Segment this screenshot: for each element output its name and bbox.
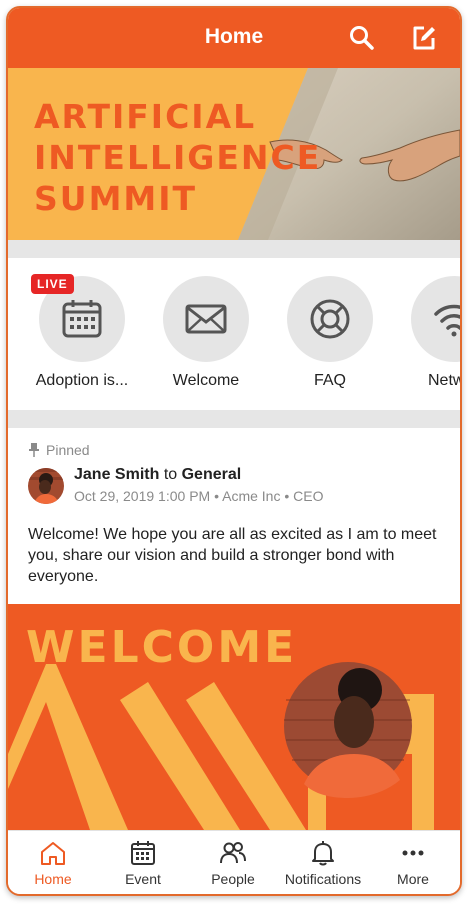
post-connector: to <box>163 466 178 483</box>
pinned-post[interactable]: Pinned Jane Smith to General Oct 29, 201… <box>8 428 460 604</box>
post-channel[interactable]: General <box>182 466 242 483</box>
quick-link-label: Netw <box>428 372 460 389</box>
post-body: Welcome! We hope you are all as excited … <box>28 526 437 585</box>
welcome-image[interactable]: WELCOME <box>8 604 460 830</box>
nav-more[interactable]: More <box>368 839 458 887</box>
bell-icon <box>312 841 334 866</box>
quick-link-label: Adoption is... <box>35 372 129 389</box>
nav-notifications[interactable]: Notifications <box>278 839 368 887</box>
compose-icon[interactable] <box>410 24 438 52</box>
nav-label: Event <box>125 871 161 887</box>
wifi-icon <box>434 304 460 337</box>
more-icon <box>402 850 424 856</box>
banner-title-line-1: ARTIFICIAL <box>34 97 257 136</box>
calendar-icon <box>62 300 102 338</box>
quick-link-network[interactable]: Netw <box>394 276 460 390</box>
banner-title-line-3: SUMMIT <box>34 179 198 218</box>
post-author[interactable]: Jane Smith <box>74 466 159 483</box>
search-icon[interactable] <box>348 24 376 52</box>
quick-link-adoption[interactable]: LIVE Adoption is... <box>22 274 142 390</box>
pinned-indicator: Pinned <box>28 442 90 458</box>
event-banner[interactable]: ARTIFICIAL INTELLIGENCE SUMMIT <box>8 68 460 240</box>
home-icon <box>41 842 65 865</box>
quick-link-faq[interactable]: FAQ <box>270 276 390 390</box>
welcome-title: WELCOME <box>26 622 298 673</box>
pin-icon <box>29 443 39 457</box>
nav-label: Notifications <box>284 871 362 887</box>
page-title: Home <box>204 25 264 48</box>
nav-event[interactable]: Event <box>98 839 188 887</box>
bottom-nav: Home Event People Notifications More <box>8 830 460 894</box>
section-divider <box>8 240 460 258</box>
quick-link-welcome[interactable]: Welcome <box>146 276 266 390</box>
nav-label: More <box>397 871 429 887</box>
nav-label: People <box>211 871 255 887</box>
avatar[interactable] <box>28 468 64 504</box>
quick-link-label: Welcome <box>172 372 240 389</box>
lifebuoy-icon <box>310 299 350 339</box>
nav-people[interactable]: People <box>188 839 278 887</box>
top-bar: Home <box>8 8 460 68</box>
people-icon <box>220 842 246 864</box>
banner-title: ARTIFICIAL INTELLIGENCE SUMMIT <box>34 96 321 219</box>
quick-link-circle <box>411 276 460 362</box>
banner-title-line-2: INTELLIGENCE <box>34 138 322 177</box>
quick-links: LIVE Adoption is... Welcome FAQ Net <box>8 258 460 410</box>
quick-link-circle <box>163 276 249 362</box>
quick-link-label: FAQ <box>313 372 346 389</box>
section-divider <box>8 410 460 428</box>
pinned-label: Pinned <box>46 442 90 458</box>
calendar-icon <box>131 841 155 865</box>
post-meta: Oct 29, 2019 1:00 PM • Acme Inc • CEO <box>74 488 324 504</box>
post-author-line: Jane Smith to General <box>74 466 241 484</box>
mail-icon <box>185 304 227 334</box>
quick-link-circle: LIVE <box>31 274 125 362</box>
quick-link-circle <box>287 276 373 362</box>
nav-label: Home <box>34 871 72 887</box>
app-frame: Home ARTIFICIAL INTELLIGENCE SUMMIT LIVE… <box>6 6 462 896</box>
nav-home[interactable]: Home <box>8 839 98 887</box>
live-badge: LIVE <box>31 274 74 294</box>
